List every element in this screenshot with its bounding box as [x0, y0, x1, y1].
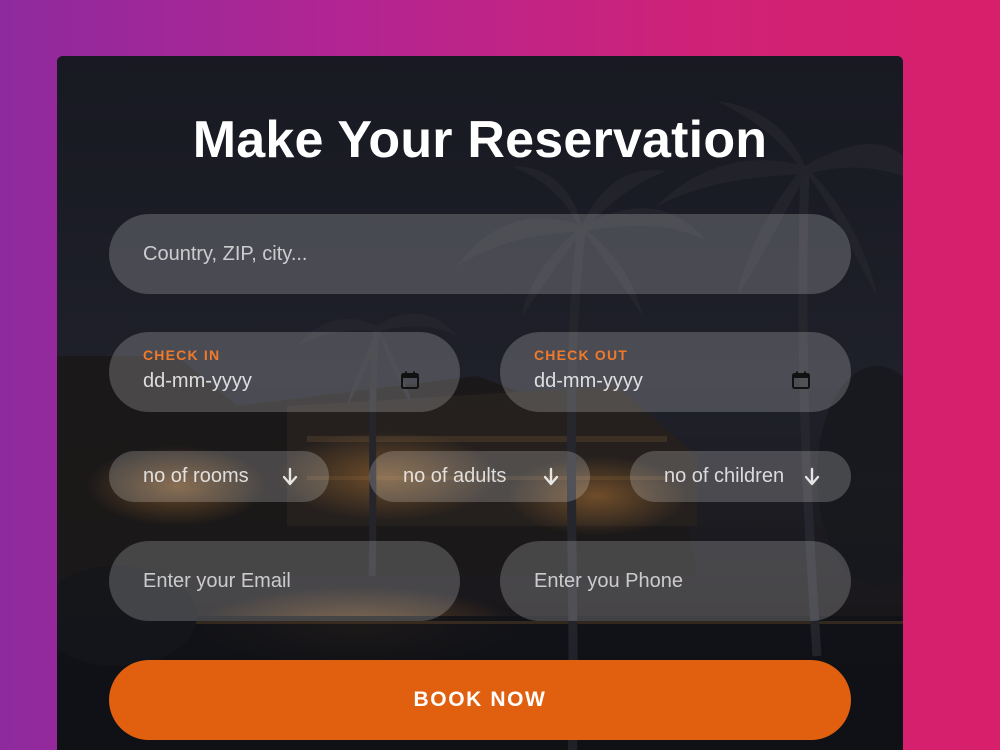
page-title: Make Your Reservation [192, 111, 768, 169]
children-select-value: no of children [664, 465, 785, 487]
calendar-icon[interactable] [400, 370, 420, 390]
email-field[interactable] [109, 541, 460, 621]
phone-field[interactable] [500, 541, 851, 621]
adults-select-value: no of adults [403, 465, 507, 487]
phone-input[interactable] [500, 541, 851, 621]
rooms-select[interactable]: no of rooms [109, 451, 329, 502]
email-input[interactable] [109, 541, 460, 621]
location-field[interactable] [109, 214, 851, 294]
children-select[interactable]: no of children [630, 451, 851, 502]
arrow-down-icon [282, 467, 298, 486]
reservation-card: Make Your Reservation CHECK IN dd-mm-yyy… [57, 56, 903, 750]
rooms-select-value: no of rooms [143, 465, 249, 487]
check-in-label: CHECK IN [143, 347, 221, 363]
arrow-down-icon [543, 467, 559, 486]
adults-select[interactable]: no of adults [369, 451, 590, 502]
check-in-value: dd-mm-yyyy [143, 370, 252, 392]
location-input[interactable] [109, 214, 851, 294]
check-out-value: dd-mm-yyyy [534, 370, 643, 392]
book-now-button[interactable]: BOOK NOW [109, 660, 851, 740]
check-out-field[interactable]: CHECK OUT dd-mm-yyyy [500, 332, 851, 412]
check-in-field[interactable]: CHECK IN dd-mm-yyyy [109, 332, 460, 412]
calendar-icon[interactable] [791, 370, 811, 390]
check-out-label: CHECK OUT [534, 347, 629, 363]
arrow-down-icon [804, 467, 820, 486]
